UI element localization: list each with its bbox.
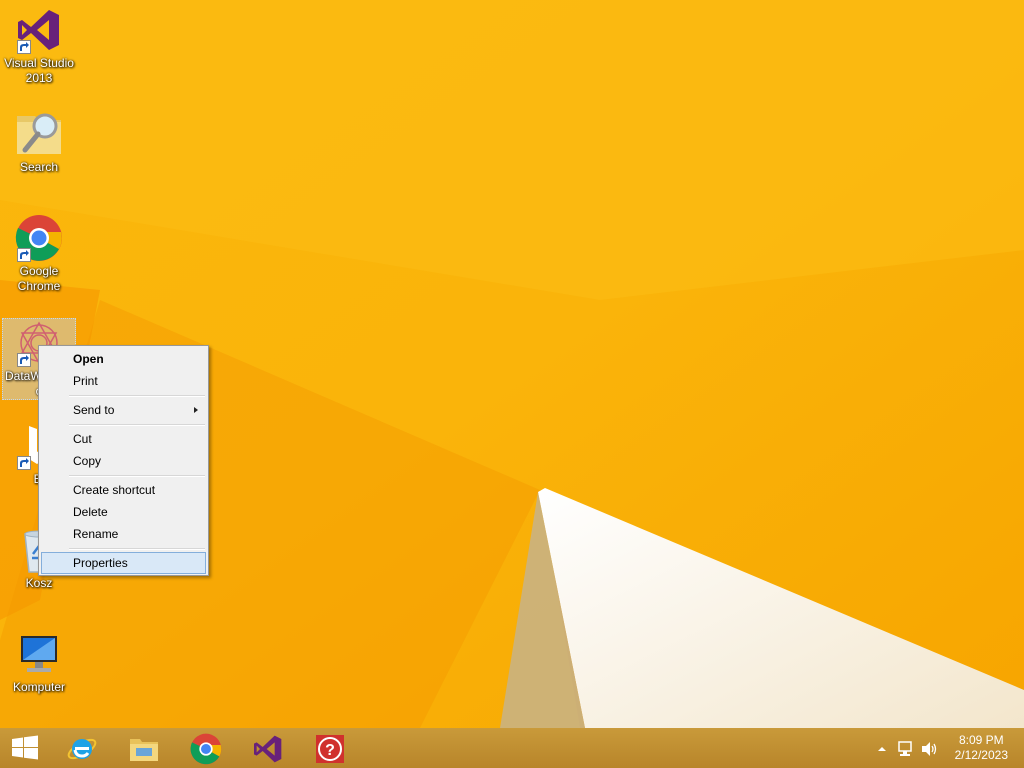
network-icon[interactable] — [897, 740, 915, 758]
taskbar-chrome[interactable] — [176, 728, 234, 768]
search-icon — [17, 113, 61, 154]
menu-item-copy[interactable]: Copy — [41, 450, 206, 472]
desktop-icon-search[interactable]: Search — [2, 110, 76, 175]
taskbar-help[interactable]: ? — [300, 728, 358, 768]
desktop-icon-label: Visual Studio 2013 — [4, 56, 74, 85]
menu-separator — [69, 475, 205, 477]
start-icon — [12, 735, 38, 760]
taskbar: ? 8:09 PM 2/12/2023 — [0, 728, 1024, 768]
volume-icon[interactable] — [920, 740, 938, 758]
computer-icon — [21, 636, 57, 672]
file-explorer-icon — [130, 739, 158, 761]
chrome-icon — [190, 733, 222, 765]
menu-item-label: Send to — [73, 403, 115, 417]
help-icon: ? — [316, 735, 344, 763]
menu-item-delete[interactable]: Delete — [41, 501, 206, 523]
clock-date: 2/12/2023 — [954, 748, 1008, 762]
submenu-arrow-icon — [194, 407, 198, 413]
visual-studio-icon — [254, 735, 282, 763]
menu-item-rename[interactable]: Rename — [41, 523, 206, 545]
menu-separator — [69, 395, 205, 397]
show-hidden-icons-arrow[interactable] — [877, 744, 887, 754]
menu-separator — [69, 424, 205, 426]
shortcut-arrow-icon — [17, 456, 31, 470]
internet-explorer-icon — [67, 738, 97, 760]
desktop-icon-visual-studio[interactable]: Visual Studio 2013 — [2, 6, 76, 86]
clock[interactable]: 8:09 PM 2/12/2023 — [955, 733, 1008, 763]
desktop-icon-computer[interactable]: Komputer — [2, 630, 76, 695]
taskbar-internet-explorer[interactable] — [52, 728, 110, 768]
menu-item-properties[interactable]: Properties — [41, 552, 206, 574]
taskbar-visual-studio[interactable] — [238, 728, 296, 768]
system-tray — [872, 728, 942, 768]
menu-item-create-shortcut[interactable]: Create shortcut — [41, 479, 206, 501]
menu-item-open[interactable]: Open — [41, 348, 206, 370]
desktop-icon-label: Search — [19, 160, 59, 174]
menu-item-print[interactable]: Print — [41, 370, 206, 392]
menu-item-cut[interactable]: Cut — [41, 428, 206, 450]
desktop-icon-label: Kosz — [25, 576, 53, 590]
menu-separator — [69, 548, 205, 550]
shortcut-arrow-icon — [17, 353, 31, 367]
svg-text:?: ? — [325, 742, 335, 759]
desktop-icon-google-chrome[interactable]: Google Chrome — [2, 214, 76, 294]
start-button[interactable] — [0, 728, 58, 768]
context-menu: Open Print Send to Cut Copy Create short… — [38, 345, 209, 576]
clock-time: 8:09 PM — [958, 733, 1004, 747]
desktop-icon-label: Google Chrome — [17, 264, 61, 293]
taskbar-file-explorer[interactable] — [114, 728, 172, 768]
shortcut-arrow-icon — [17, 40, 31, 54]
shortcut-arrow-icon — [17, 248, 31, 262]
menu-item-send-to[interactable]: Send to — [41, 399, 206, 421]
desktop-icon-label: Komputer — [12, 680, 66, 694]
